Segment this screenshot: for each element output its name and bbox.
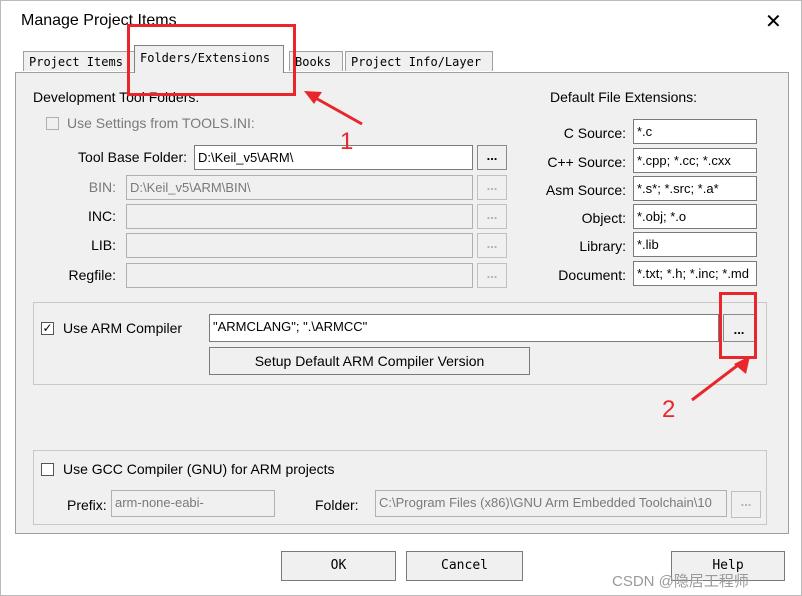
annotation-number-1: 1 xyxy=(340,128,354,155)
annotation-arrowhead-1 xyxy=(304,91,322,104)
annotation-arrowhead-2 xyxy=(734,356,750,374)
watermark: CSDN @隐居工程师 xyxy=(612,573,749,590)
annotation-arrows xyxy=(304,91,750,402)
annotation-number-2: 2 xyxy=(662,396,676,423)
annotation-arrow-2 xyxy=(691,360,743,402)
annotation-arrow-1 xyxy=(311,94,363,126)
tab-folders-extensions[interactable]: Folders/Extensions xyxy=(134,45,284,73)
